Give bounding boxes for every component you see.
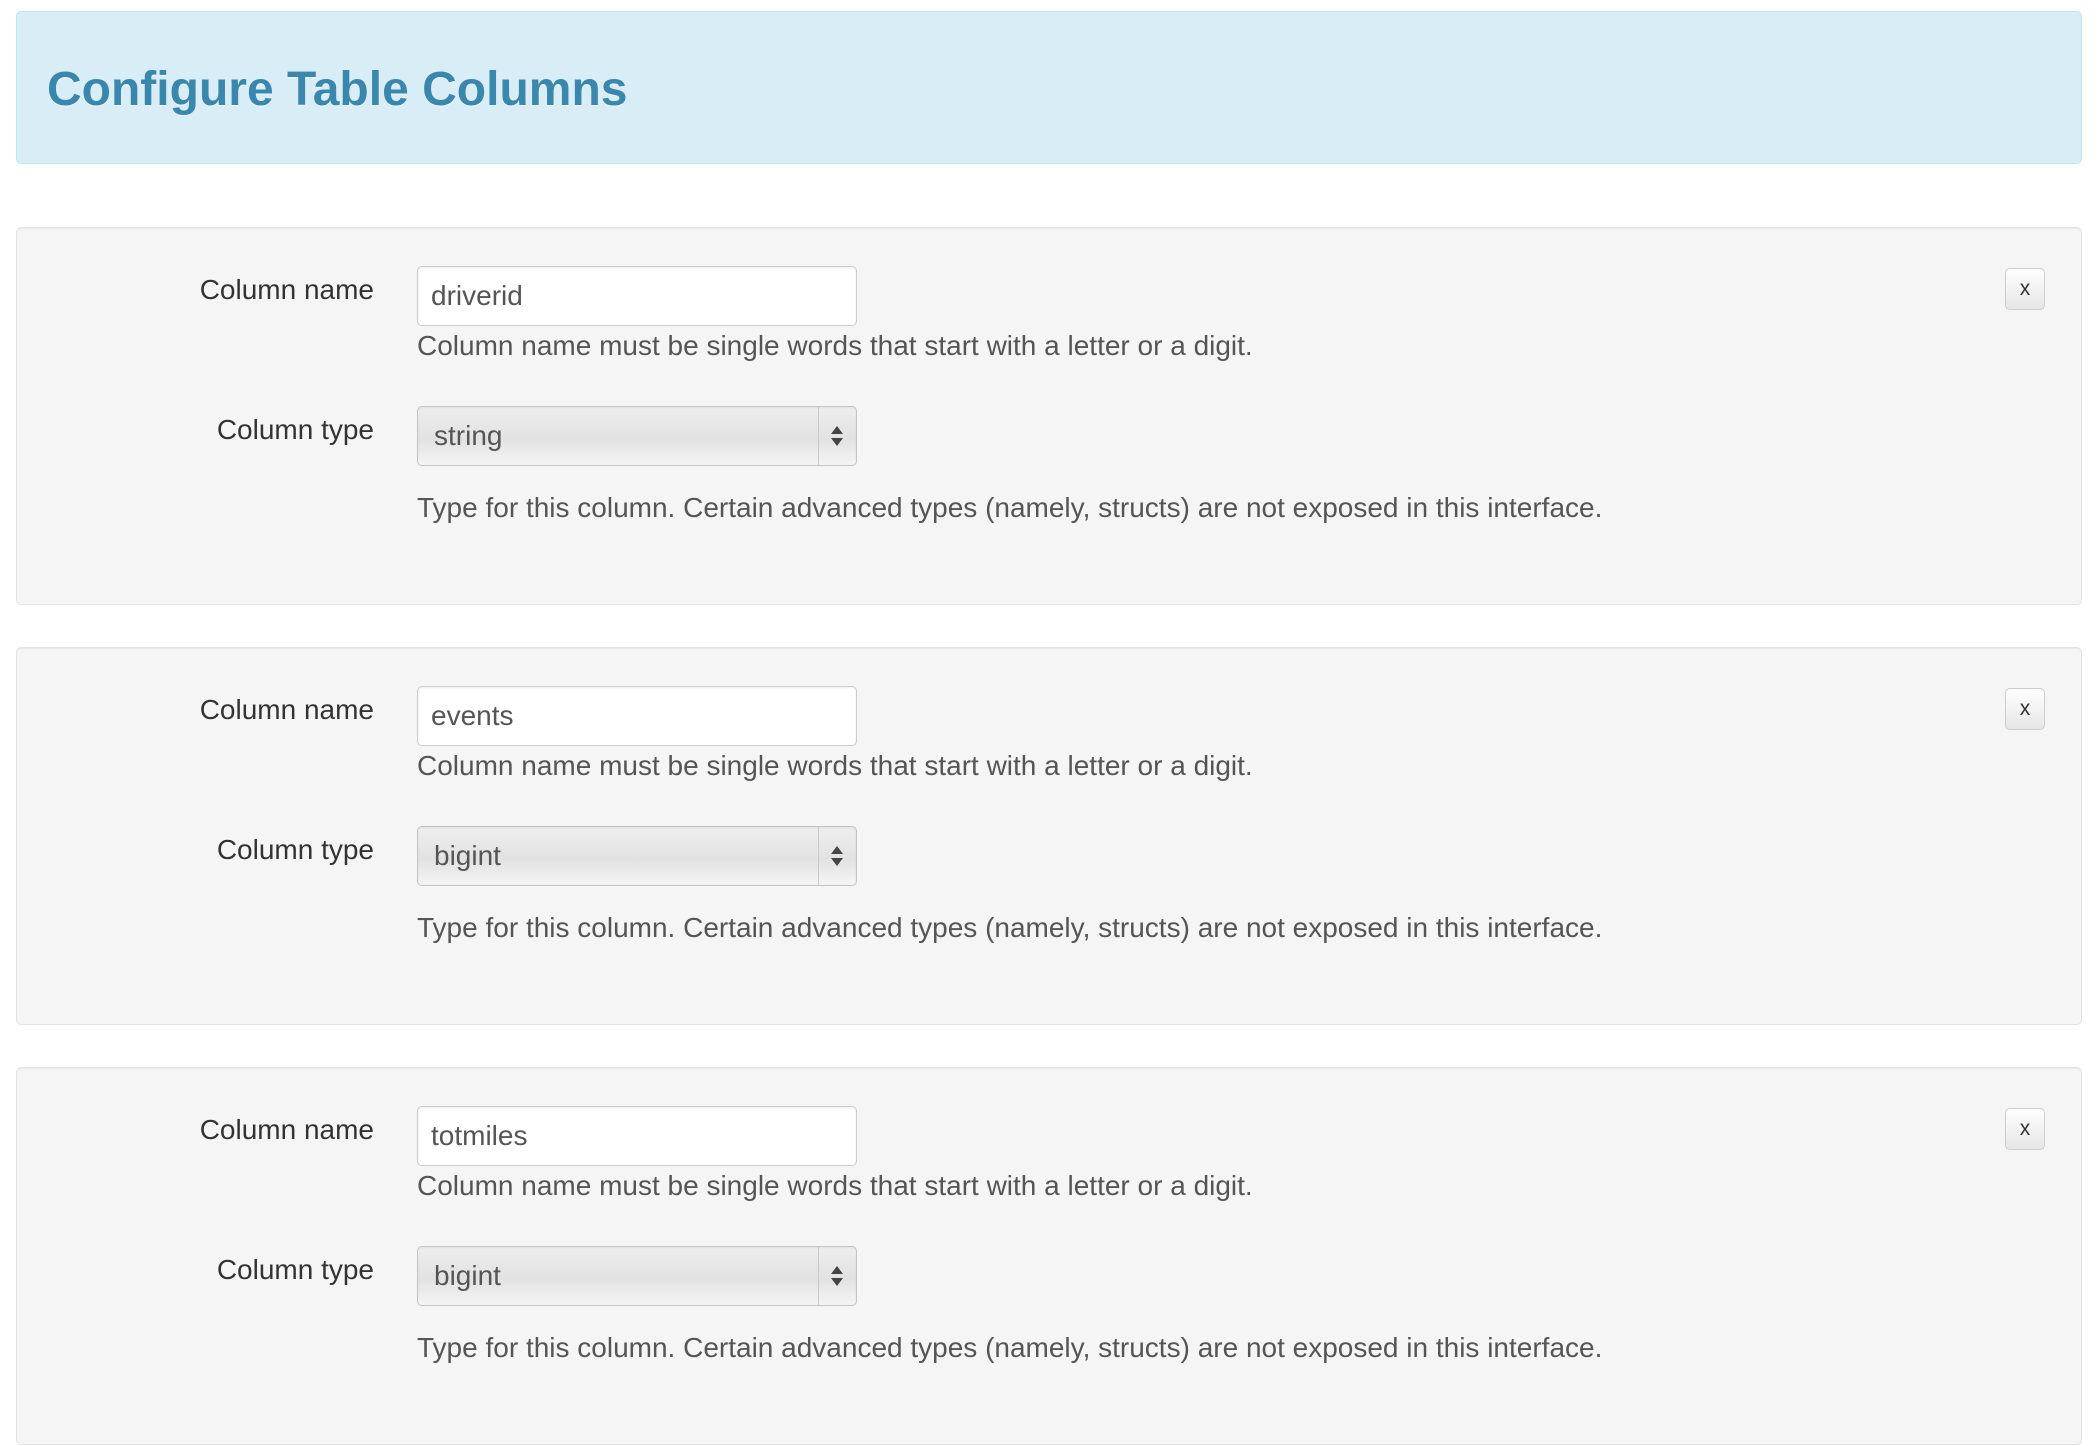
page-title: Configure Table Columns [47,63,628,116]
column-panel: Column name Column name must be single w… [16,227,2082,605]
column-type-help: Type for this column. Certain advanced t… [417,492,1603,523]
column-type-select[interactable]: bigint [417,826,857,886]
column-type-value: bigint [434,1260,501,1291]
up-down-arrows-icon [818,827,856,885]
column-panel: Column name Column name must be single w… [16,1067,2082,1445]
column-type-value: bigint [434,840,501,871]
column-name-label: Column name [199,694,374,725]
up-down-arrows-icon [818,407,856,465]
column-name-help: Column name must be single words that st… [417,1170,1253,1201]
column-name-input[interactable] [417,1106,857,1166]
page-header: Configure Table Columns [16,11,2082,164]
remove-column-button[interactable]: x [2005,688,2045,730]
column-type-select[interactable]: string [417,406,857,466]
remove-column-button[interactable]: x [2005,268,2045,310]
column-type-label: Column type [216,834,374,865]
column-panel: Column name Column name must be single w… [16,647,2082,1025]
column-type-label: Column type [216,1254,374,1285]
remove-column-button[interactable]: x [2005,1108,2045,1150]
column-type-value: string [434,420,503,451]
column-type-help: Type for this column. Certain advanced t… [417,1332,1603,1363]
column-type-label: Column type [216,414,374,445]
column-name-help: Column name must be single words that st… [417,330,1253,361]
column-type-help: Type for this column. Certain advanced t… [417,912,1603,943]
column-name-label: Column name [199,274,374,305]
column-name-input[interactable] [417,686,857,746]
column-name-input[interactable] [417,266,857,326]
column-name-help: Column name must be single words that st… [417,750,1253,781]
up-down-arrows-icon [818,1247,856,1305]
column-name-label: Column name [199,1114,374,1145]
column-type-select[interactable]: bigint [417,1246,857,1306]
